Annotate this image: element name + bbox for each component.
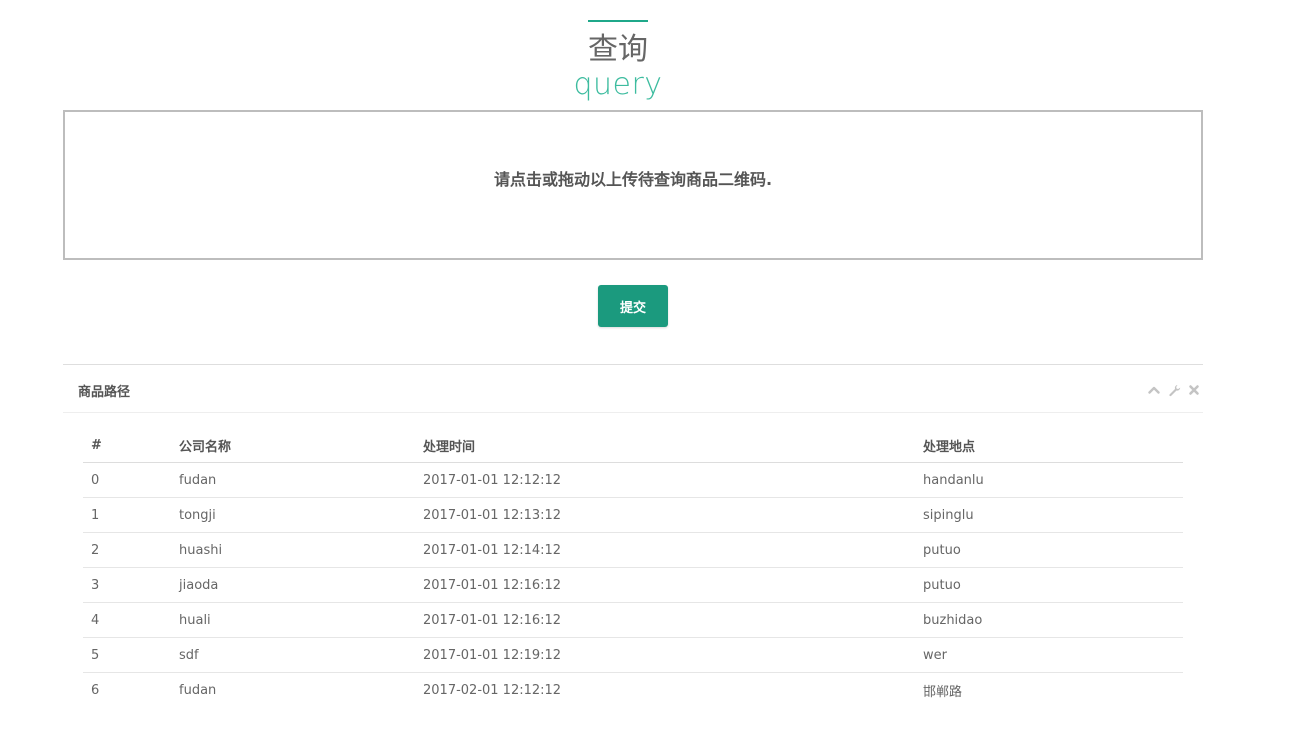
table-row: 0 fudan 2017-01-01 12:12:12 handanlu [83,462,1183,498]
cell-time: 2017-02-01 12:12:12 [423,682,562,698]
route-table-wrapper: # 公司名称 处理时间 处理地点 0 fudan 2017-01-01 12:1… [83,429,1183,707]
panel-tools [1147,383,1201,397]
table-row: 1 tongji 2017-01-01 12:13:12 sipinglu [83,497,1183,533]
page: 查询 query 请点击或拖动以上传待查询商品二维码. 提交 商品路径 # 公司… [0,0,1294,732]
panel-title: 商品路径 [78,385,131,400]
panel-header: 商品路径 [63,365,1203,413]
table-header-row: # 公司名称 处理时间 处理地点 [83,429,1183,463]
cell-index: 4 [83,602,171,638]
cell-time: 2017-01-01 12:14:12 [415,532,915,568]
route-table: # 公司名称 处理时间 处理地点 0 fudan 2017-01-01 12:1… [83,429,1183,707]
page-subtitle: query [573,67,663,102]
table-row: 5 sdf 2017-01-01 12:19:12 wer [83,637,1183,673]
cell-company: huali [171,602,415,638]
cell-time: 2017-01-01 12:16:12 [415,567,915,603]
cell-company: huashi [171,532,415,568]
wrench-icon[interactable] [1167,383,1181,397]
cell-company: sdf [171,637,415,673]
cell-company: fudan [179,682,217,698]
upload-dropzone[interactable]: 请点击或拖动以上传待查询商品二维码. [63,110,1203,260]
cell-time: 2017-01-01 12:16:12 [415,602,915,638]
cell-index: 6 [91,682,100,698]
column-header-index: # [83,429,171,463]
column-header-location: 处理地点 [915,429,1183,463]
close-icon[interactable] [1187,383,1201,397]
cell-location: buzhidao [915,602,1183,638]
cell-index: 1 [83,497,171,533]
page-heading: 查询 query [0,20,1236,102]
cell-location: wer [915,637,1183,673]
dropzone-message: 请点击或拖动以上传待查询商品二维码. [493,170,773,189]
table-row: 4 huali 2017-01-01 12:16:12 buzhidao [83,602,1183,638]
cell-index: 3 [83,567,171,603]
table-row: 2 huashi 2017-01-01 12:14:12 putuo [83,532,1183,568]
heading-accent-bar [588,20,648,22]
column-header-time: 处理时间 [415,429,915,463]
column-header-company: 公司名称 [171,429,415,463]
cell-location: putuo [915,532,1183,568]
cell-time: 2017-01-01 12:12:12 [415,462,915,498]
product-route-panel: 商品路径 # 公司名称 处理时间 处理地点 0 fudan 2017-01-01… [63,364,1203,700]
cell-location: sipinglu [915,497,1183,533]
cell-index: 2 [83,532,171,568]
cell-index: 5 [83,637,171,673]
submit-button[interactable]: 提交 [598,285,668,327]
cell-location: putuo [915,567,1183,603]
cell-company: jiaoda [171,567,415,603]
cell-company: fudan [171,462,415,498]
cell-time: 2017-01-01 12:13:12 [415,497,915,533]
table-row: 6 fudan 2017-02-01 12:12:12 邯郸路 [83,673,1183,708]
table-row: 3 jiaoda 2017-01-01 12:16:12 putuo [83,567,1183,603]
cell-company: tongji [171,497,415,533]
chevron-up-icon[interactable] [1147,383,1161,397]
cell-index: 0 [83,462,171,498]
cell-location: handanlu [915,462,1183,498]
cell-time: 2017-01-01 12:19:12 [415,637,915,673]
cell-location: 邯郸路 [923,684,963,700]
page-title: 查询 [588,32,648,67]
